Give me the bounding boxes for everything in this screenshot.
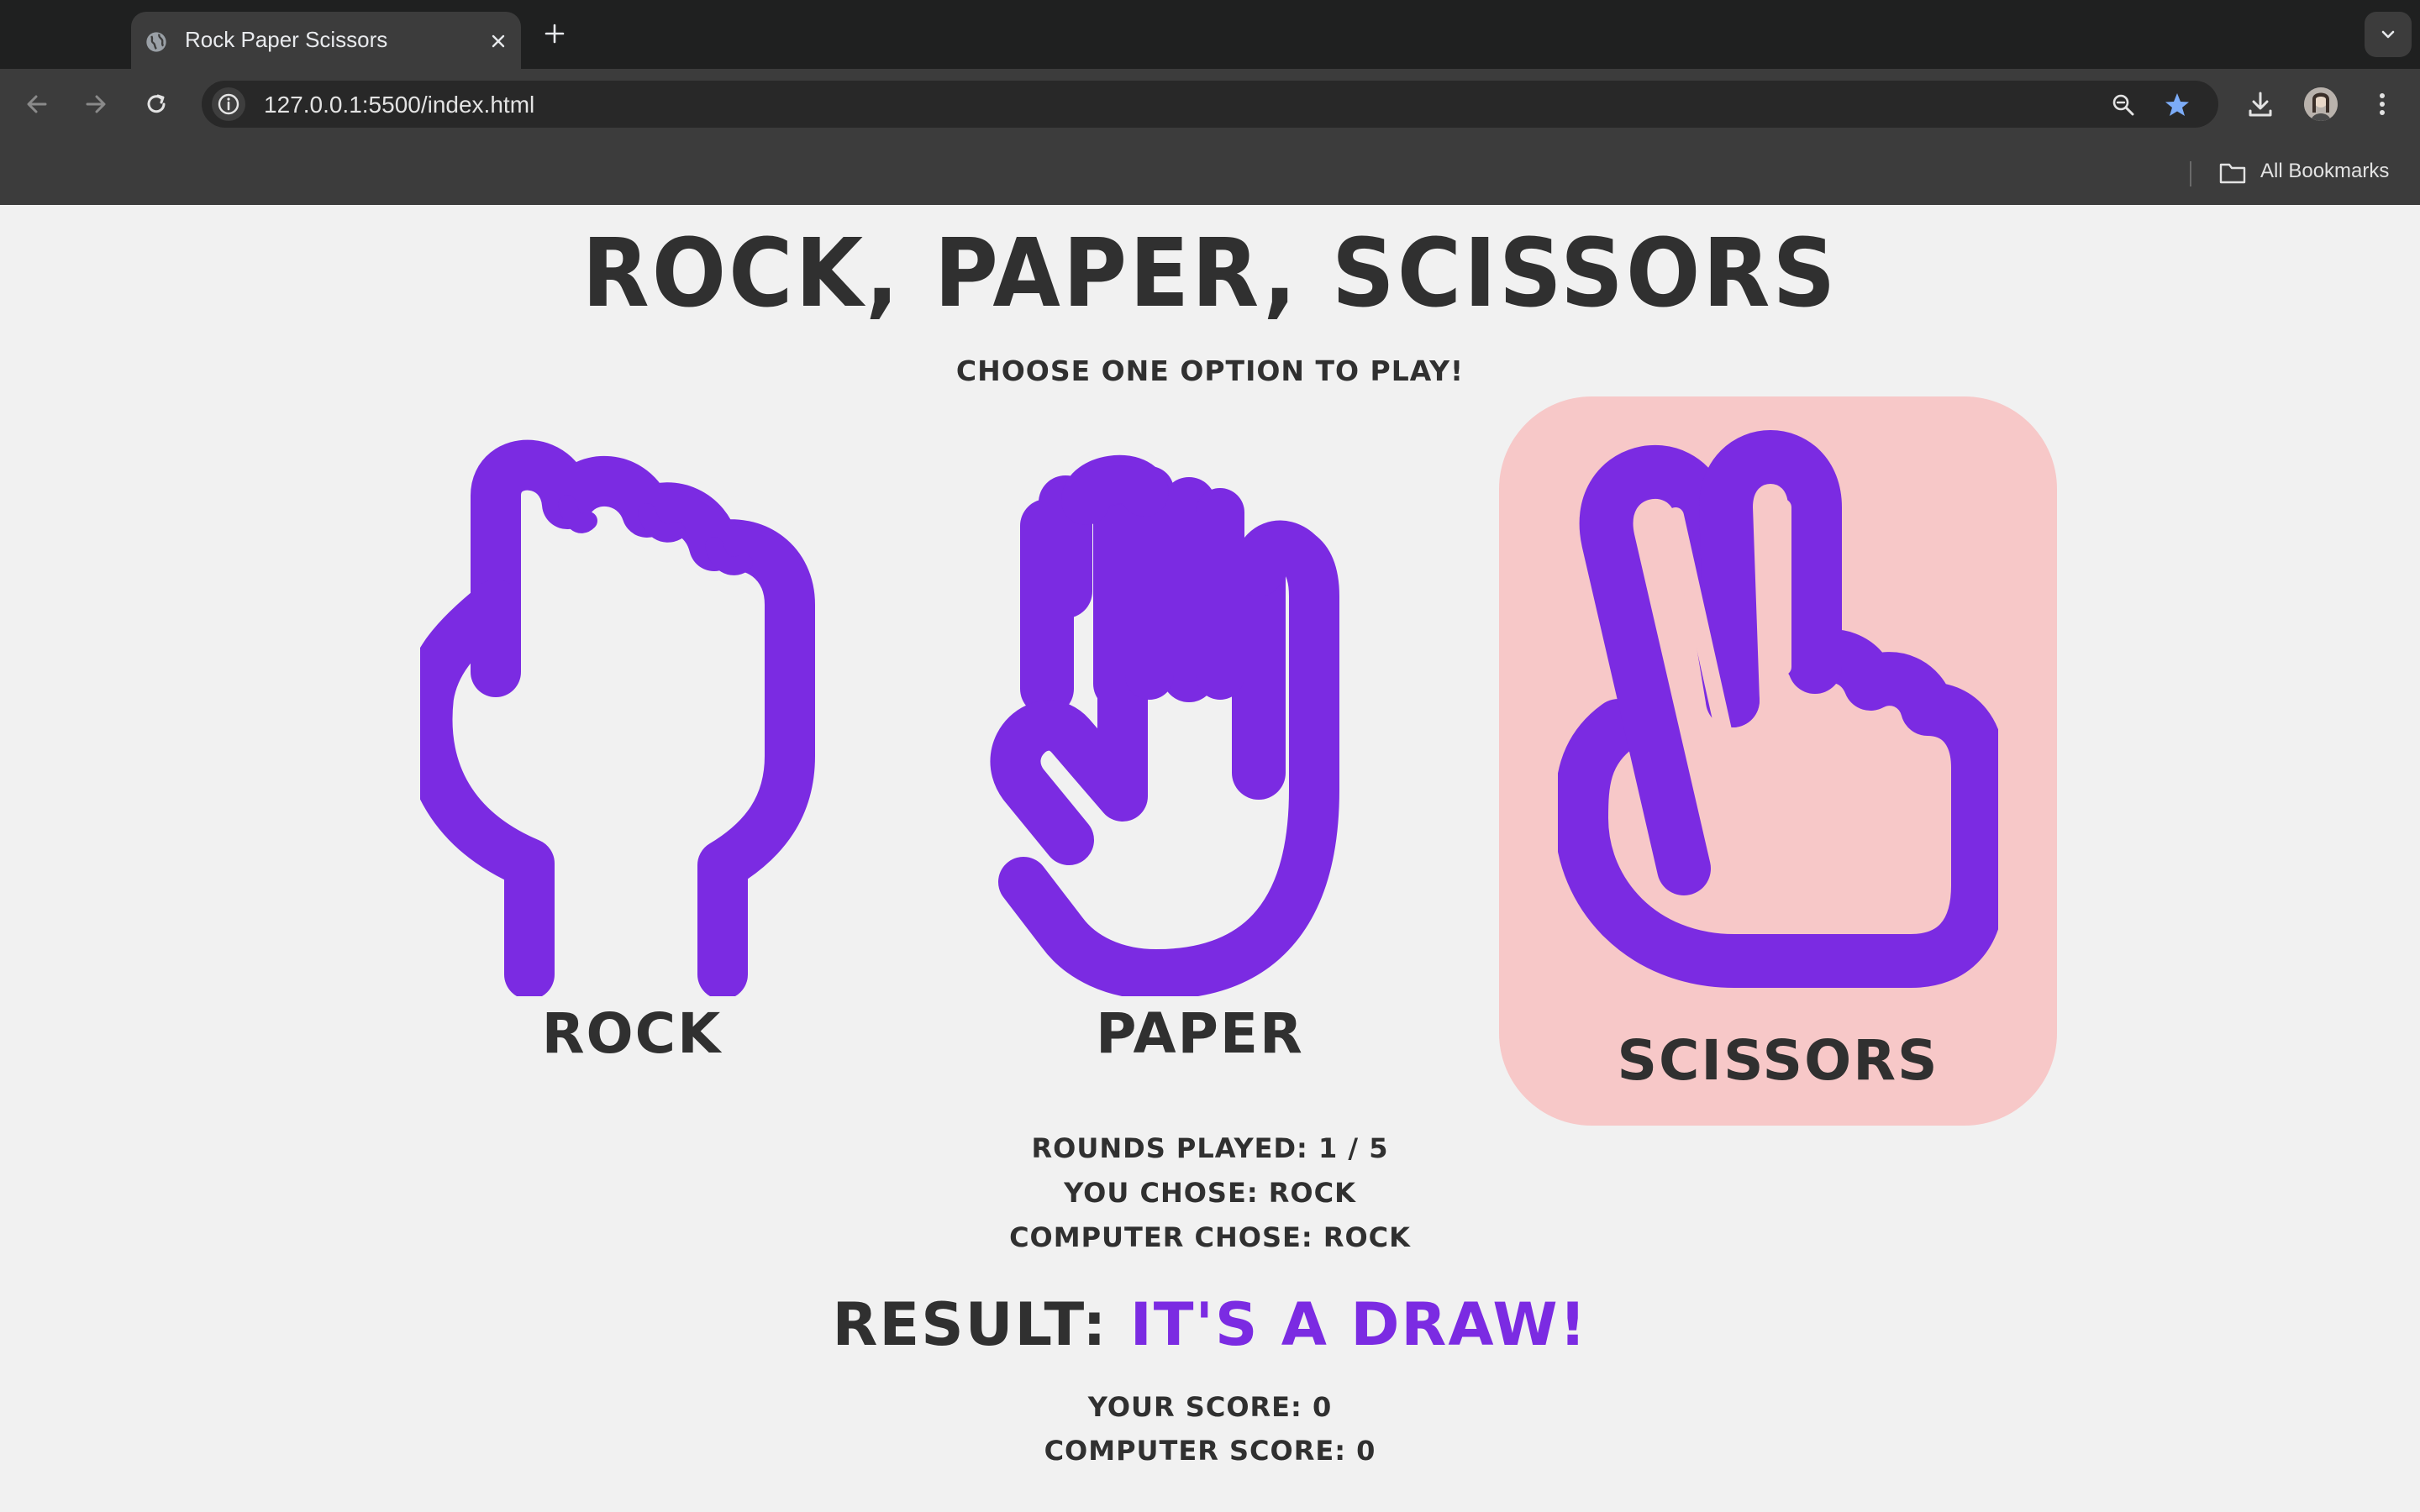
rock-choice-button[interactable]: Rock xyxy=(420,437,844,1066)
globe-icon xyxy=(146,32,166,52)
page-title: Rock, Paper, Scissors xyxy=(581,218,1839,328)
profile-avatar[interactable] xyxy=(2304,87,2338,121)
player-choice-text: You chose: rock xyxy=(1064,1177,1356,1209)
result-line: Result: It's a Draw! xyxy=(0,1290,2420,1359)
info-icon xyxy=(218,93,239,115)
bookmarks-divider xyxy=(2190,161,2191,186)
browser-tab[interactable]: Rock Paper Scissors xyxy=(131,12,521,69)
paper-label: Paper xyxy=(1096,1001,1304,1066)
tab-title: Rock Paper Scissors xyxy=(185,27,388,52)
reload-icon[interactable] xyxy=(141,89,171,119)
zoom-icon[interactable] xyxy=(2111,92,2136,118)
forward-arrow-icon[interactable] xyxy=(81,89,111,119)
paper-hand-icon xyxy=(990,454,1339,996)
scissors-hand-icon xyxy=(1558,430,1998,988)
site-info-button[interactable] xyxy=(212,87,245,121)
folder-icon xyxy=(2219,163,2246,184)
close-icon[interactable] xyxy=(489,32,508,50)
browser-toolbar: 127.0.0.1:5500/index.html xyxy=(0,69,2420,138)
result-label: Result: xyxy=(832,1290,1108,1359)
more-vertical-icon[interactable] xyxy=(2375,89,2390,119)
avatar-icon xyxy=(2304,87,2338,121)
bookmark-star-icon[interactable] xyxy=(2163,91,2191,119)
download-icon[interactable] xyxy=(2245,89,2275,119)
instructions-text: Choose one option to play! xyxy=(955,354,1465,387)
rock-label: Rock xyxy=(541,1001,723,1066)
player-score-text: Your score: 0 xyxy=(1087,1391,1333,1423)
result-value: It's a Draw! xyxy=(1129,1290,1588,1359)
scissors-label: Scissors xyxy=(1617,1028,1939,1093)
computer-score-text: Computer score: 0 xyxy=(1044,1435,1376,1467)
back-arrow-icon[interactable] xyxy=(22,89,52,119)
rock-hand-icon xyxy=(420,439,815,996)
paper-choice-button[interactable]: Paper xyxy=(988,437,1412,1066)
computer-choice-text: Computer chose: rock xyxy=(1009,1221,1411,1253)
scissors-choice-button[interactable]: Scissors xyxy=(1499,396,2057,1126)
tab-search-button[interactable] xyxy=(2365,12,2412,57)
new-tab-icon[interactable] xyxy=(543,22,566,45)
rounds-played-text: Rounds played: 1 / 5 xyxy=(1031,1132,1389,1164)
all-bookmarks-label: All Bookmarks xyxy=(2260,160,2390,182)
tab-strip: Rock Paper Scissors xyxy=(0,0,2420,69)
address-bar[interactable]: 127.0.0.1:5500/index.html xyxy=(202,81,2218,128)
url-text[interactable]: 127.0.0.1:5500/index.html xyxy=(264,92,534,118)
game-page: Rock, Paper, Scissors Choose one option … xyxy=(0,205,2420,1512)
chevron-down-icon xyxy=(2381,30,2395,39)
bookmarks-bar: All Bookmarks xyxy=(0,138,2420,205)
